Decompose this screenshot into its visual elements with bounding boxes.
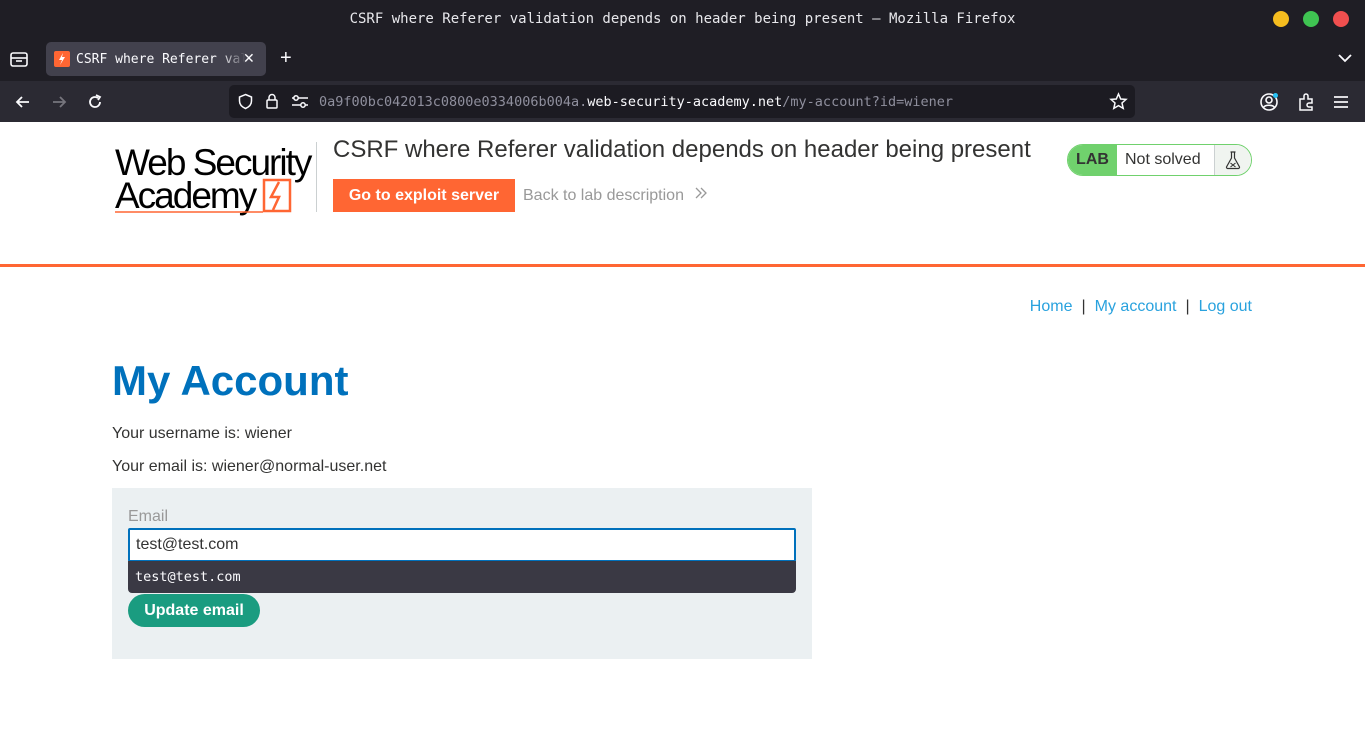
lab-status-text: Not solved <box>1117 145 1215 175</box>
url-host: web-security-academy.net <box>587 94 783 110</box>
firefox-view-icon[interactable] <box>9 50 29 68</box>
close-window-button[interactable] <box>1333 11 1349 27</box>
svg-text:Academy: Academy <box>115 175 258 216</box>
lab-badge: LAB <box>1068 145 1117 175</box>
header-divider <box>316 142 317 212</box>
my-account-link[interactable]: My account <box>1095 298 1177 315</box>
new-tab-icon[interactable]: + <box>280 48 298 68</box>
close-tab-icon[interactable]: ✕ <box>243 51 257 65</box>
extensions-icon[interactable] <box>1296 92 1316 112</box>
minimize-button[interactable] <box>1273 11 1289 27</box>
url-text[interactable]: 0a9f00bc042013c0800e0334006b004a.web-sec… <box>319 94 953 110</box>
header-separator <box>0 264 1365 267</box>
lab-title: CSRF where Referer validation depends on… <box>333 136 1031 163</box>
account-icon[interactable] <box>1259 92 1279 112</box>
tab-title: CSRF where Referer validation depends on… <box>76 51 246 67</box>
lightning-favicon-icon <box>54 51 70 67</box>
autocomplete-suggestion[interactable]: test@test.com <box>128 561 796 593</box>
top-navigation: Home | My account | Log out <box>1030 298 1252 316</box>
username-text: Your username is: wiener <box>112 425 292 442</box>
url-bar[interactable]: 0a9f00bc042013c0800e0334006b004a.web-sec… <box>229 85 1135 118</box>
tab-strip: CSRF where Referer validation depends on… <box>0 37 1365 81</box>
bookmark-star-icon[interactable] <box>1109 92 1128 111</box>
log-out-link[interactable]: Log out <box>1199 298 1252 315</box>
forward-arrow-icon[interactable] <box>49 92 69 112</box>
email-input[interactable] <box>128 528 796 562</box>
back-link-label: Back to lab description <box>523 187 684 204</box>
home-link[interactable]: Home <box>1030 298 1073 315</box>
shield-icon[interactable] <box>237 93 254 110</box>
go-to-exploit-server-button[interactable]: Go to exploit server <box>333 179 515 212</box>
back-to-lab-description-link[interactable]: Back to lab description <box>523 186 708 205</box>
menu-hamburger-icon[interactable] <box>1331 92 1351 112</box>
back-arrow-icon[interactable] <box>13 92 33 112</box>
web-security-academy-logo[interactable]: Web Security Academy <box>113 142 313 216</box>
update-email-button[interactable]: Update email <box>128 594 260 627</box>
permissions-icon[interactable] <box>291 94 309 109</box>
chevron-down-icon[interactable] <box>1336 51 1354 65</box>
maximize-button[interactable] <box>1303 11 1319 27</box>
reload-icon[interactable] <box>85 92 105 112</box>
nav-separator: | <box>1185 298 1190 315</box>
double-chevron-icon <box>695 187 708 199</box>
page-title: My Account <box>112 357 349 404</box>
email-label: Email <box>128 508 169 525</box>
url-path: /my-account?id=wiener <box>782 94 953 110</box>
flask-icon <box>1215 145 1251 175</box>
nav-separator: | <box>1081 298 1086 315</box>
navigation-toolbar: 0a9f00bc042013c0800e0334006b004a.web-sec… <box>0 81 1365 122</box>
page-content: Web Security Academy CSRF where Referer … <box>0 122 1365 739</box>
email-text: Your email is: wiener@normal-user.net <box>112 458 387 475</box>
window-titlebar: CSRF where Referer validation depends on… <box>0 0 1365 37</box>
url-prefix: 0a9f00bc042013c0800e0334006b004a. <box>319 94 588 110</box>
lab-status-widget: LAB Not solved <box>1067 144 1252 176</box>
window-title: CSRF where Referer validation depends on… <box>349 10 1016 27</box>
change-email-form: Email test@test.com Update email <box>112 488 812 659</box>
tab-active[interactable]: CSRF where Referer validation depends on… <box>46 42 266 76</box>
lock-icon[interactable] <box>264 92 280 110</box>
